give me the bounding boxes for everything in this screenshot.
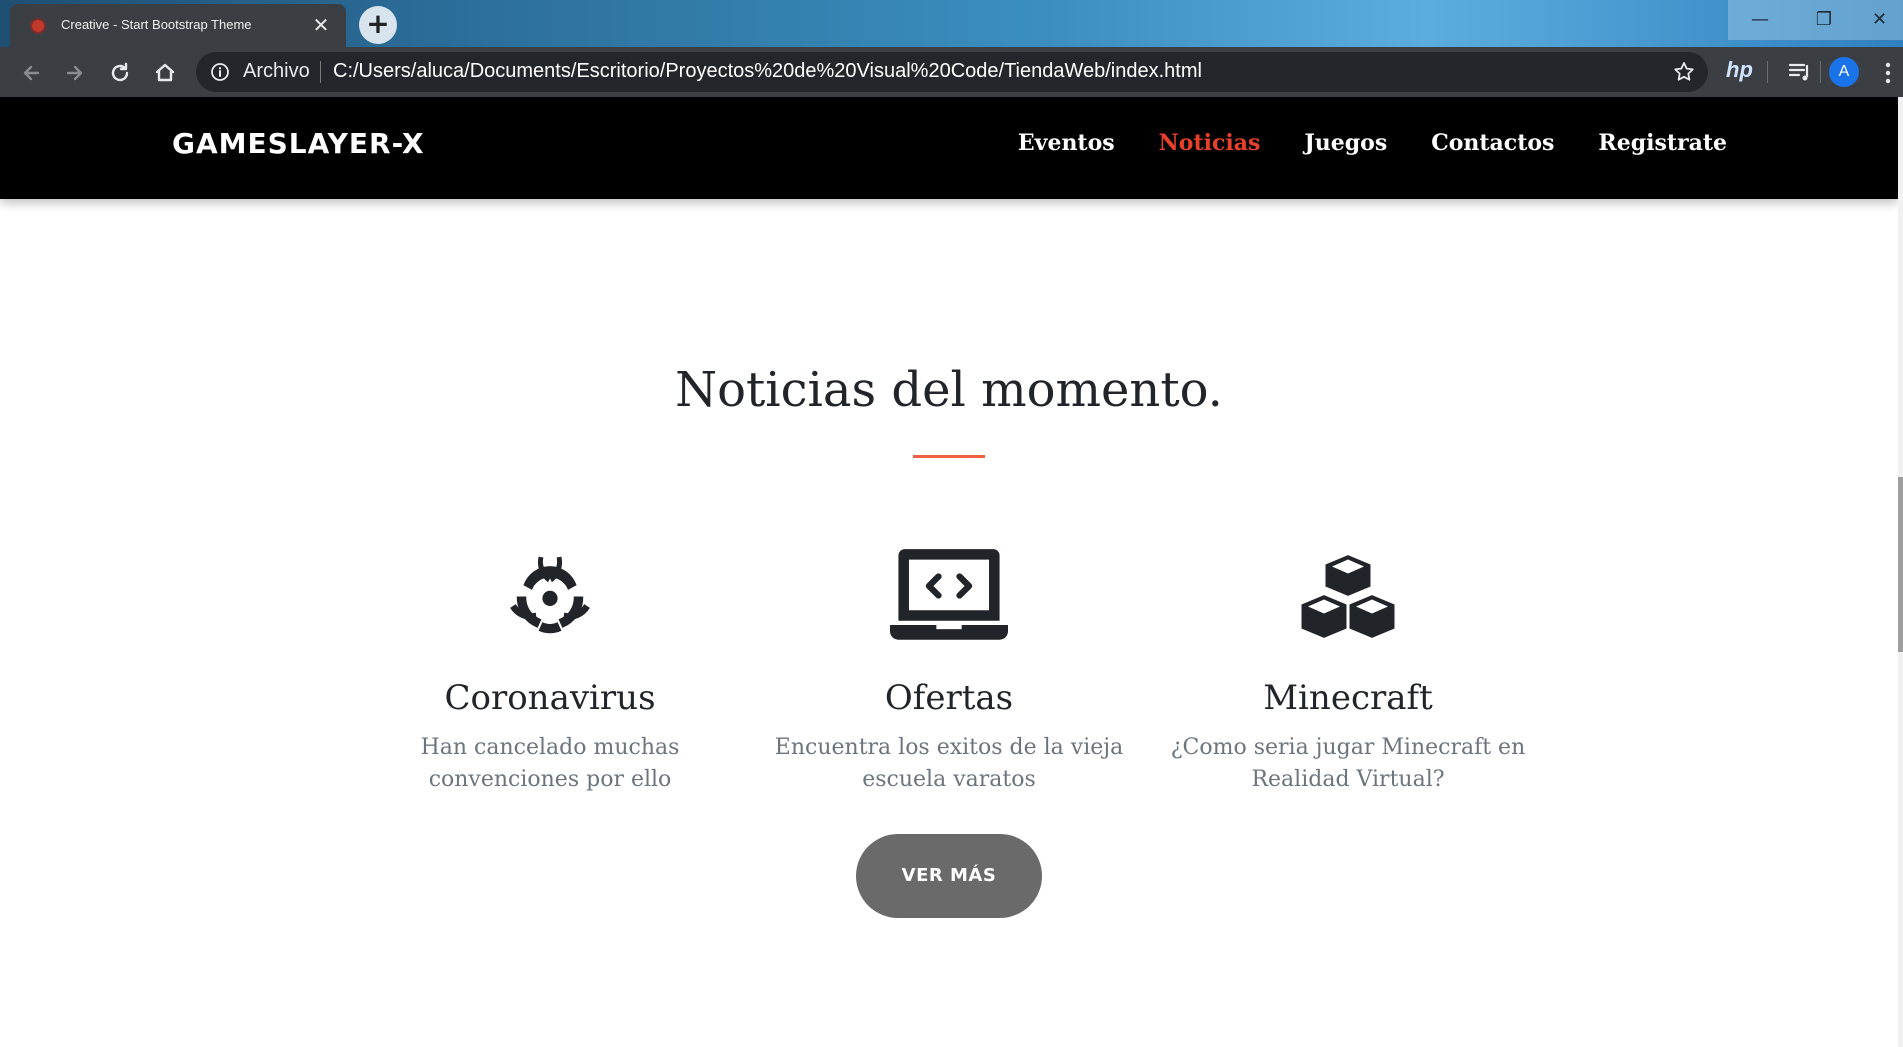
scrollbar[interactable]	[1898, 97, 1903, 1047]
hp-extension-icon[interactable]: hp	[1726, 57, 1753, 83]
biohazard-icon	[510, 556, 590, 634]
news-card: Coronavirus Han cancelado muchas convenc…	[370, 549, 730, 796]
nav-link-eventos[interactable]: Eventos	[1018, 130, 1115, 156]
card-text: Han cancelado muchas convenciones por el…	[420, 735, 680, 792]
toolbar-divider	[1820, 61, 1821, 83]
address-bar[interactable]: Archivo C:/Users/aluca/Documents/Escrito…	[196, 52, 1708, 92]
site-brand[interactable]: GAMESLAYER-X	[172, 127, 425, 160]
profile-avatar[interactable]: A	[1829, 57, 1859, 87]
ver-mas-button[interactable]: VER MÁS	[856, 834, 1042, 918]
page-viewport: GAMESLAYER-X Eventos Noticias Juegos Con…	[0, 97, 1903, 1047]
nav-link-registrate[interactable]: Registrate	[1598, 130, 1727, 156]
new-tab-button[interactable]: +	[359, 6, 397, 44]
home-icon[interactable]	[150, 58, 180, 88]
address-scheme: Archivo	[243, 60, 310, 82]
browser-titlebar: Creative - Start Bootstrap Theme ✕ + — ❐…	[0, 0, 1903, 47]
scrollbar-thumb[interactable]	[1898, 477, 1903, 652]
nav-link-juegos[interactable]: Juegos	[1304, 130, 1387, 156]
nav-link-contactos[interactable]: Contactos	[1431, 130, 1554, 156]
card-text: ¿Como seria jugar Minecraft en Realidad …	[1170, 735, 1526, 792]
address-url[interactable]: C:/Users/aluca/Documents/Escritorio/Proy…	[333, 60, 1202, 83]
tab-close-icon[interactable]: ✕	[310, 14, 332, 36]
nav-links: Eventos Noticias Juegos Contactos Regist…	[1018, 130, 1727, 156]
restore-icon[interactable]: ❐	[1792, 0, 1856, 40]
card-title: Minecraft	[1263, 678, 1433, 718]
tab-title: Creative - Start Bootstrap Theme	[61, 17, 252, 32]
browser-tab[interactable]: Creative - Start Bootstrap Theme ✕	[10, 4, 346, 47]
browser-menu-icon[interactable]	[1881, 60, 1895, 86]
laptop-code-icon	[890, 549, 1008, 640]
back-icon[interactable]	[16, 58, 46, 88]
window-close-icon[interactable]: ✕	[1856, 0, 1903, 40]
nav-link-noticias[interactable]: Noticias	[1159, 130, 1261, 156]
card-title: Coronavirus	[444, 678, 656, 718]
news-card: Minecraft ¿Como seria jugar Minecraft en…	[1168, 549, 1528, 796]
favicon-icon	[30, 18, 46, 34]
info-icon[interactable]	[210, 62, 230, 82]
address-separator	[320, 61, 321, 83]
news-card: Ofertas Encuentra los exitos de la vieja…	[769, 549, 1129, 796]
card-text: Encuentra los exitos de la vieja escuela…	[774, 735, 1124, 792]
bookmark-star-icon[interactable]	[1672, 60, 1696, 84]
cubes-icon	[1298, 552, 1398, 641]
reload-icon[interactable]	[105, 58, 135, 88]
forward-icon[interactable]	[60, 58, 90, 88]
section-title: Noticias del momento.	[675, 362, 1223, 418]
site-navbar: GAMESLAYER-X Eventos Noticias Juegos Con…	[0, 97, 1898, 199]
media-control-icon[interactable]	[1787, 59, 1813, 85]
section-divider	[913, 455, 985, 458]
minimize-icon[interactable]: —	[1728, 0, 1792, 40]
card-title: Ofertas	[884, 678, 1014, 718]
toolbar-divider	[1767, 61, 1768, 83]
